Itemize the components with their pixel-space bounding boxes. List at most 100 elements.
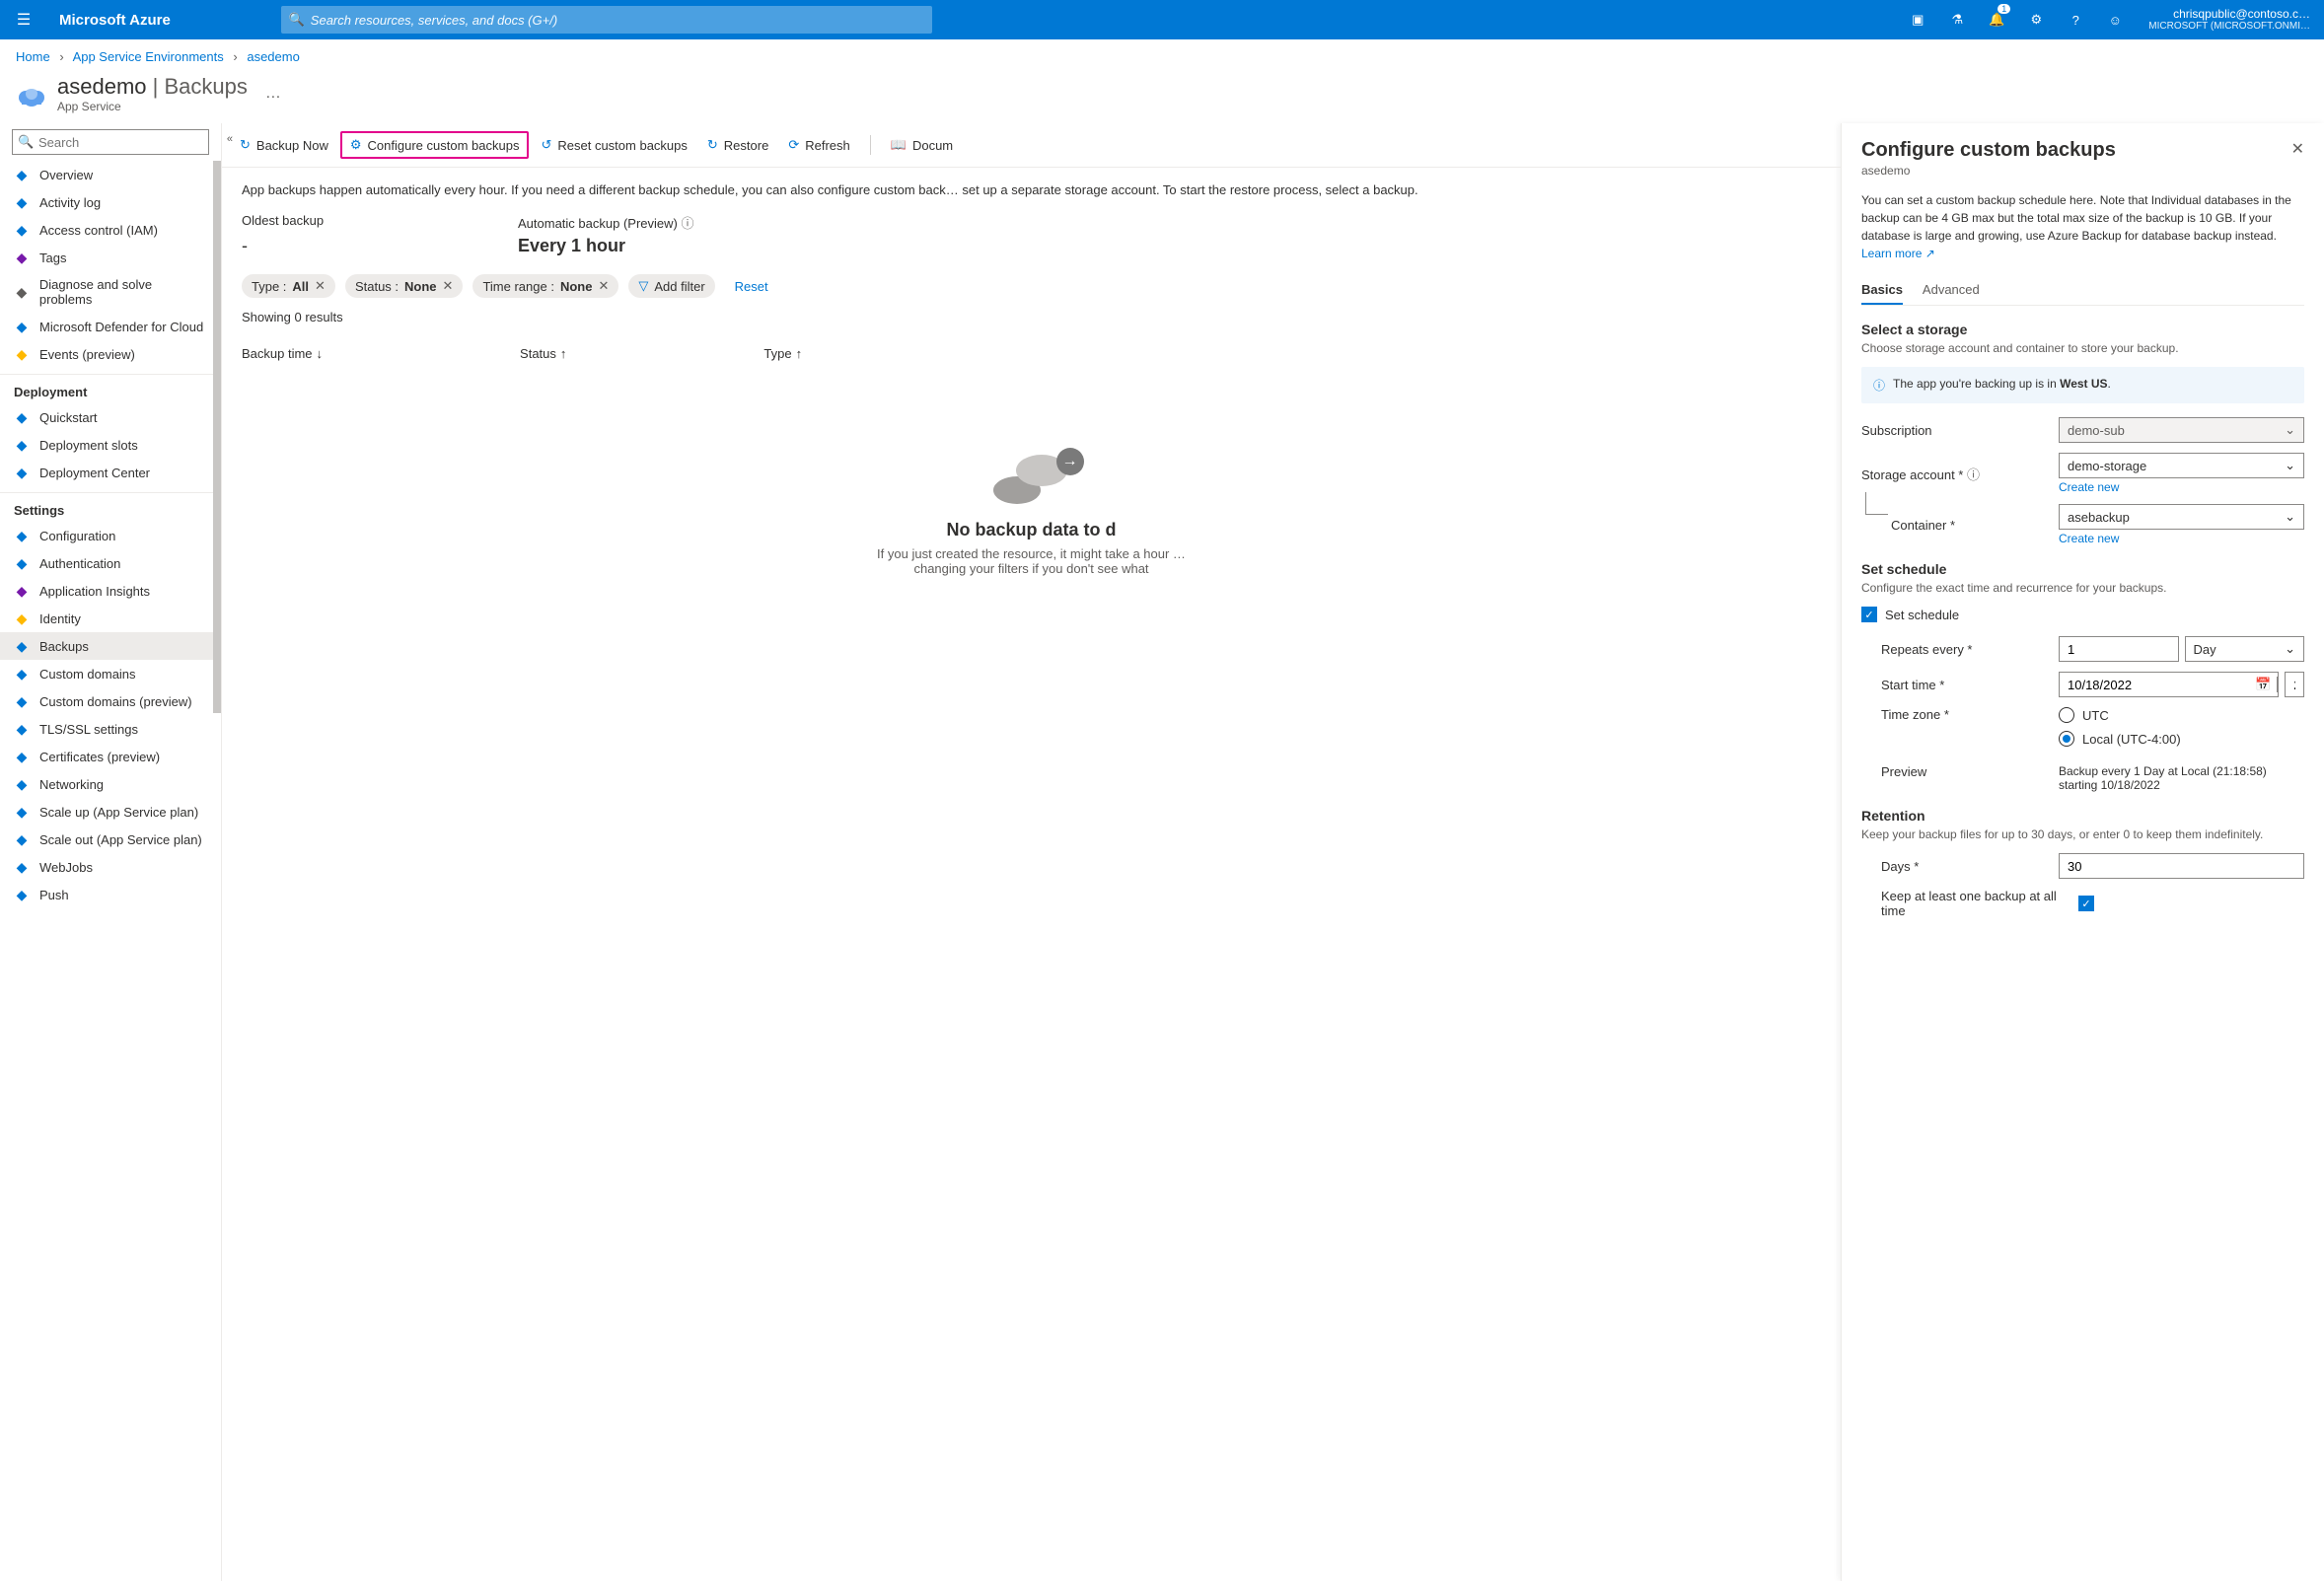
global-search-wrap: 🔍 — [281, 6, 932, 34]
settings-icon[interactable]: ⚙ — [2016, 0, 2056, 39]
filter-type-pill[interactable]: Type : All✕ — [242, 274, 335, 298]
info-icon[interactable]: ⓘ — [681, 216, 693, 231]
calendar-icon[interactable]: 📅 — [2249, 677, 2278, 692]
create-new-container-link[interactable]: Create new — [2059, 532, 2304, 545]
set-schedule-checkbox[interactable]: ✓ — [1861, 607, 1877, 622]
panel-tabs: Basics Advanced — [1861, 276, 2304, 306]
configure-label: Configure custom backups — [368, 138, 520, 153]
documentation-button[interactable]: 📖Docum — [883, 133, 961, 157]
hamburger-menu[interactable]: ☰ — [0, 10, 47, 30]
filter-time-pill[interactable]: Time range : None✕ — [472, 274, 618, 298]
col-backup-time[interactable]: Backup time ↓ — [242, 346, 323, 361]
configure-custom-backups-button[interactable]: ⚙Configure custom backups — [340, 131, 530, 159]
sidebar-item-scale-up-app-service-plan-[interactable]: ◆Scale up (App Service plan) — [0, 798, 221, 826]
refresh-label: Refresh — [805, 138, 850, 153]
search-icon: 🔍 — [18, 134, 34, 150]
days-label: Days * — [1881, 859, 2059, 874]
sidebar-item-quickstart[interactable]: ◆Quickstart — [0, 403, 221, 431]
sidebar-item-label: Tags — [39, 251, 66, 265]
add-filter-button[interactable]: ▽Add filter — [628, 274, 714, 298]
close-icon[interactable]: ✕ — [315, 278, 326, 294]
subscription-select[interactable]: demo-sub⌄ — [2059, 417, 2304, 443]
filter-status-pill[interactable]: Status : None✕ — [345, 274, 463, 298]
sidebar-item-label: Deployment Center — [39, 466, 150, 480]
col-status[interactable]: Status ↑ — [520, 346, 566, 361]
sidebar-item-backups[interactable]: ◆Backups — [0, 632, 221, 660]
sidebar-item-networking[interactable]: ◆Networking — [0, 770, 221, 798]
breadcrumb-home[interactable]: Home — [16, 49, 50, 64]
tz-utc-radio[interactable]: UTC — [2059, 707, 2304, 723]
close-icon[interactable]: ✕ — [443, 278, 454, 294]
sidebar-item-tags[interactable]: ◆Tags — [0, 244, 221, 271]
reset-custom-backups-button[interactable]: ↺Reset custom backups — [533, 133, 694, 157]
sidebar-search-input[interactable] — [12, 129, 209, 155]
backup-now-button[interactable]: ↻Backup Now — [232, 133, 336, 157]
create-new-storage-link[interactable]: Create new — [2059, 480, 2304, 494]
start-date-field[interactable] — [2060, 678, 2249, 692]
domainsprev-icon: ◆ — [14, 693, 30, 709]
info-icon[interactable]: ⓘ — [1967, 467, 1980, 482]
sidebar-item-authentication[interactable]: ◆Authentication — [0, 549, 221, 577]
sidebar-item-label: Scale out (App Service plan) — [39, 832, 202, 847]
start-date-input[interactable]: 📅 — [2059, 672, 2279, 697]
sidebar-item-certificates-preview-[interactable]: ◆Certificates (preview) — [0, 743, 221, 770]
sidebar-item-configuration[interactable]: ◆Configuration — [0, 522, 221, 549]
retention-days-input[interactable] — [2059, 853, 2304, 879]
oldest-backup-label: Oldest backup — [242, 213, 380, 232]
empty-state: → No backup data to d If you just create… — [242, 367, 1821, 576]
notifications-icon[interactable]: 🔔1 — [1977, 0, 2016, 39]
sidebar-item-overview[interactable]: ◆Overview — [0, 161, 221, 188]
sidebar-item-tls-ssl-settings[interactable]: ◆TLS/SSL settings — [0, 715, 221, 743]
sidebar-item-webjobs[interactable]: ◆WebJobs — [0, 853, 221, 881]
global-search-input[interactable] — [281, 6, 932, 34]
restore-button[interactable]: ↻Restore — [699, 133, 776, 157]
external-link-icon: ↗ — [1925, 247, 1935, 260]
close-panel-button[interactable]: ✕ — [2291, 139, 2304, 159]
scaleup-icon: ◆ — [14, 804, 30, 820]
sidebar-item-access-control-iam-[interactable]: ◆Access control (IAM) — [0, 216, 221, 244]
col-type[interactable]: Type ↑ — [763, 346, 802, 361]
start-time-input[interactable] — [2285, 672, 2304, 697]
breadcrumb: Home › App Service Environments › asedem… — [0, 39, 2324, 74]
sidebar-item-diagnose-and-solve-problems[interactable]: ◆Diagnose and solve problems — [0, 271, 221, 313]
sidebar-item-custom-domains-preview-[interactable]: ◆ Custom domains (preview) — [0, 687, 221, 715]
help-icon[interactable]: ? — [2056, 0, 2095, 39]
sidebar-item-application-insights[interactable]: ◆Application Insights — [0, 577, 221, 605]
reset-filters-link[interactable]: Reset — [735, 279, 768, 294]
sidebar-scrollbar[interactable] — [213, 161, 221, 713]
sidebar-item-deployment-slots[interactable]: ◆Deployment slots — [0, 431, 221, 459]
sidebar-item-push[interactable]: ◆Push — [0, 881, 221, 908]
sidebar-item-label: Custom domains (preview) — [39, 694, 192, 709]
sidebar-item-events-preview-[interactable]: ◆Events (preview) — [0, 340, 221, 368]
identity-icon: ◆ — [14, 611, 30, 626]
sidebar-item-label: Activity log — [39, 195, 101, 210]
container-select[interactable]: asebackup⌄ — [2059, 504, 2304, 530]
sidebar-item-deployment-center[interactable]: ◆Deployment Center — [0, 459, 221, 486]
sidebar-item-custom-domains[interactable]: ◆Custom domains — [0, 660, 221, 687]
sidebar-item-scale-out-app-service-plan-[interactable]: ◆Scale out (App Service plan) — [0, 826, 221, 853]
push-icon: ◆ — [14, 887, 30, 902]
sidebar-item-microsoft-defender-for-cloud[interactable]: ◆Microsoft Defender for Cloud — [0, 313, 221, 340]
cloud-shell-icon[interactable]: ▣ — [1898, 0, 1937, 39]
tz-local-radio[interactable]: Local (UTC-4:00) — [2059, 731, 2304, 747]
tab-advanced[interactable]: Advanced — [1923, 276, 1980, 305]
app-service-icon — [16, 78, 47, 109]
configure-backups-panel: Configure custom backups ✕ asedemo You c… — [1841, 123, 2324, 1581]
sidebar-item-activity-log[interactable]: ◆Activity log — [0, 188, 221, 216]
feedback-icon[interactable]: ☺ — [2095, 0, 2135, 39]
refresh-button[interactable]: ⟳Refresh — [780, 133, 857, 157]
storage-account-select[interactable]: demo-storage⌄ — [2059, 453, 2304, 478]
close-icon[interactable]: ✕ — [598, 278, 609, 294]
page-more-button[interactable]: … — [265, 85, 281, 103]
storage-account-label: Storage account * ⓘ — [1861, 465, 2059, 483]
repeats-unit-select[interactable]: Day⌄ — [2185, 636, 2305, 662]
repeats-every-input[interactable] — [2059, 636, 2179, 662]
account-menu[interactable]: chrisqpublic@contoso.c… MICROSOFT (MICRO… — [2135, 7, 2324, 33]
sidebar-item-identity[interactable]: ◆Identity — [0, 605, 221, 632]
breadcrumb-asedemo[interactable]: asedemo — [247, 49, 299, 64]
tab-basics[interactable]: Basics — [1861, 276, 1903, 305]
filter-icon[interactable]: ⚗ — [1937, 0, 1977, 39]
learn-more-link[interactable]: Learn more ↗ — [1861, 247, 1935, 260]
breadcrumb-ase[interactable]: App Service Environments — [73, 49, 224, 64]
keep-one-checkbox[interactable]: ✓ — [2078, 896, 2094, 911]
